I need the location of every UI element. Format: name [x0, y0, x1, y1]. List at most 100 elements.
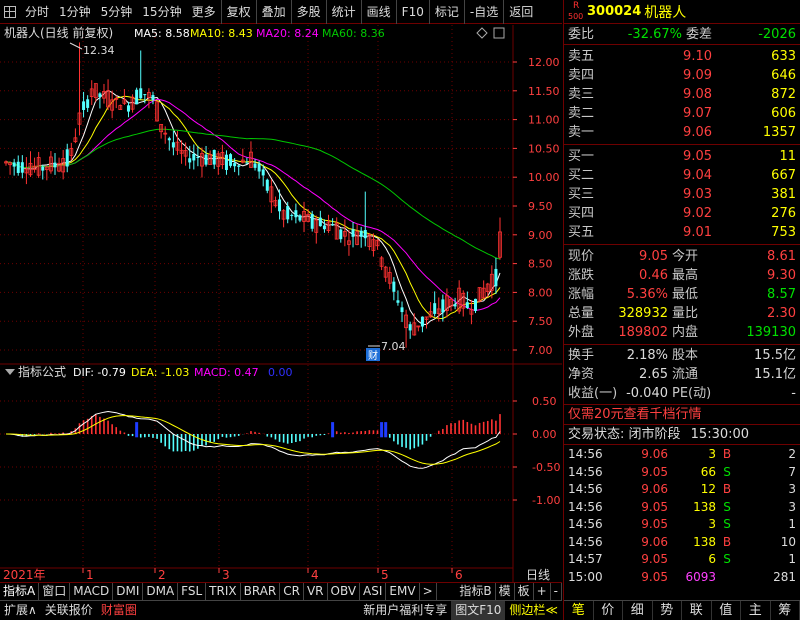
buy-level-1: 买一 9.05 11 — [564, 147, 800, 166]
tab-detail[interactable]: 细 — [623, 601, 653, 620]
tick-count: 10 — [780, 534, 796, 549]
tab-emv[interactable]: EMV — [386, 583, 420, 601]
tab-template-ban[interactable]: 板 — [515, 583, 534, 601]
tab-indicator-a[interactable]: 指标A — [0, 583, 40, 601]
tab-trades[interactable]: 笔 — [564, 601, 594, 620]
tab-zoom-out[interactable]: - — [551, 583, 562, 601]
moving-average-lines — [5, 89, 501, 326]
toolbar-timeshare[interactable]: 分时 — [20, 0, 54, 24]
tab-main-force[interactable]: 主 — [741, 601, 771, 620]
candle-body-down — [167, 138, 171, 141]
toolbar-draw-line[interactable]: 画线 — [360, 0, 396, 24]
tab-scroll-right[interactable]: > — [420, 583, 437, 601]
sell-level-label: 卖一 — [568, 125, 595, 140]
toolbar-restore-rights[interactable]: 复权 — [220, 0, 256, 24]
r500-logo-icon: R 500 — [568, 0, 584, 21]
toolbar-watchlist[interactable]: -自选 — [463, 0, 503, 24]
toolbar-overlay[interactable]: 叠加 — [255, 0, 291, 24]
tick-volume: 138 — [693, 499, 716, 514]
expand-button[interactable]: 扩展∧ — [0, 601, 41, 620]
tab-indicator-b[interactable]: 指标B — [456, 583, 496, 601]
toolbar-multi-stock[interactable]: 多股 — [290, 0, 326, 24]
stat-label: 总量 — [568, 306, 595, 321]
tick-count: 3 — [788, 499, 796, 514]
tab-fsl[interactable]: FSL — [178, 583, 207, 601]
fundamental-value: 15.5亿 — [754, 348, 796, 363]
macd-panel — [5, 410, 501, 469]
related-quotes-button[interactable]: 关联报价 — [41, 601, 97, 620]
tick-side: B — [722, 482, 732, 496]
tab-dma[interactable]: DMA — [143, 583, 179, 601]
fundamental-stats: 换手 2.18% 股本 15.5亿 净资 2.65 流通 15.1亿 收益(一) -0.040 PE… — [564, 345, 800, 405]
level2-promo-link[interactable]: 仅需20元查看千档行情 — [564, 405, 800, 425]
tab-window[interactable]: 窗口 — [39, 583, 71, 601]
new-user-benefits-link[interactable]: 新用户福利专享 — [359, 601, 451, 620]
tab-dmi[interactable]: DMI — [113, 583, 144, 601]
tab-vr[interactable]: VR — [304, 583, 328, 601]
stat-label: 今开 — [672, 249, 699, 264]
candle-body-down — [433, 303, 437, 314]
trade-status-time: 15:30:00 — [690, 427, 750, 442]
stat-value: 139130 — [746, 325, 796, 340]
tab-template-mo[interactable]: 模 — [496, 583, 515, 601]
trade-status: 交易状态: 闭市阶段 15:30:00 — [564, 425, 800, 445]
wealth-circle-button[interactable]: 财富圈 — [97, 601, 141, 620]
stock-name: 机器人 — [644, 4, 687, 21]
tab-trend[interactable]: 势 — [653, 601, 682, 620]
diamond-icon[interactable] — [476, 27, 488, 39]
tick-volume: 3 — [708, 447, 716, 461]
stat-row: 涨跌 0.46 最高 9.30 — [564, 266, 800, 285]
toolbar-15min[interactable]: 15分钟 — [137, 0, 186, 24]
toolbar-more[interactable]: 更多 — [187, 0, 221, 24]
tick-side: S — [723, 499, 731, 514]
sell-level-price: 9.08 — [683, 87, 712, 102]
tab-obv[interactable]: OBV — [328, 583, 361, 601]
buy-level-2: 买二 9.04 667 — [564, 166, 800, 185]
layout-grid-icon[interactable] — [4, 5, 16, 18]
kline-chart[interactable]: 12.0011.5011.0010.5010.009.509.008.508.0… — [0, 25, 562, 582]
tab-chips[interactable]: 筹 — [771, 601, 800, 620]
tab-price[interactable]: 价 — [594, 601, 623, 620]
buy-level-label: 买四 — [568, 206, 595, 221]
sell-level-volume: 646 — [771, 68, 796, 83]
toolbar-1min[interactable]: 1分钟 — [54, 0, 96, 24]
tab-cr[interactable]: CR — [280, 583, 304, 601]
tab-macd[interactable]: MACD — [70, 583, 114, 601]
toolbar-5min[interactable]: 5分钟 — [96, 0, 138, 24]
window-icon[interactable] — [493, 27, 505, 39]
macd-tick-label: 0.00 — [532, 428, 557, 441]
ma20-line — [5, 98, 501, 312]
price-tick-label: 11.50 — [528, 85, 560, 98]
tick-count: 1 — [788, 517, 796, 531]
candle-body-down — [212, 149, 216, 165]
indicator-title[interactable]: 指标公式 — [18, 364, 66, 379]
toolbar-statistics[interactable]: 统计 — [325, 0, 361, 24]
toolbar-f10[interactable]: F10 — [395, 0, 429, 24]
collapse-icon[interactable] — [5, 369, 15, 375]
buy-level-label: 买三 — [568, 187, 595, 202]
tick-volume: 66 — [700, 464, 716, 479]
buy-level-volume: 11 — [779, 149, 796, 164]
stat-row: 涨幅 5.36% 最低 8.57 — [564, 285, 800, 304]
sell-level-4: 卖四 9.09 646 — [564, 66, 800, 85]
tab-value[interactable]: 值 — [712, 601, 741, 620]
tab-asi[interactable]: ASI — [360, 583, 387, 601]
chart-title: 机器人(日线 前复权) — [4, 25, 113, 40]
tab-zoom-in[interactable]: + — [534, 583, 551, 601]
tick-row: 14:57 9.05 6 S 1 — [564, 551, 800, 569]
toolbar-mark[interactable]: 标记 — [428, 0, 464, 24]
high-price-label: 12.34 — [83, 44, 115, 57]
tab-linked[interactable]: 联 — [682, 601, 712, 620]
f10-button[interactable]: 图文F10 — [451, 600, 506, 620]
toolbar-back[interactable]: 返回 — [503, 0, 538, 24]
tick-volume: 6 — [708, 552, 716, 566]
tick-side: B — [722, 447, 732, 461]
candle-body-down — [171, 142, 175, 148]
stat-value: 9.05 — [639, 249, 668, 264]
stat-value: 328932 — [618, 306, 668, 321]
sell-level-volume: 633 — [771, 49, 796, 64]
tab-trix[interactable]: TRIX — [206, 583, 241, 601]
sidebar-button[interactable]: 侧边栏≪ — [505, 601, 562, 620]
stat-label: 量比 — [672, 306, 699, 321]
tab-brar[interactable]: BRAR — [241, 583, 281, 601]
